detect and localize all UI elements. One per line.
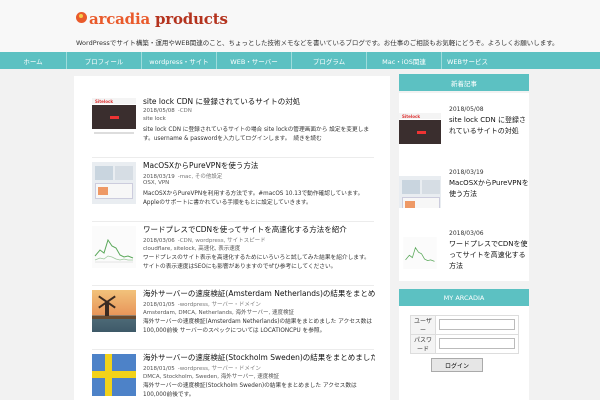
post-meta: 2018/03/06 -CDN, wordpress, サイトスピード [143, 236, 375, 244]
post-tags[interactable]: cloudflare, sitelock, 高速化, 表示速度 [143, 244, 375, 252]
site-tagline: WordPressでサイト構築・運用やWEB関連のこと、ちょっとした技術メモなど… [76, 39, 559, 47]
post-item: MacOSXからPureVPNを使う方法 2018/03/19 -mac, その他… [92, 158, 374, 222]
sidebar-post-title[interactable]: MacOSXからPureVPNを使う方法 [449, 178, 529, 200]
post-tags[interactable]: DMCA, Stockholm, Sweden, 海外サーバー, 速度検証 [143, 372, 375, 380]
sidebar-post-date: 2018/03/19 [449, 169, 484, 176]
post-item: 海外サーバーの速度検証(Stockholm Sweden)の結果をまとめました … [92, 350, 375, 400]
thumb-logo-text: Sitelock [402, 114, 421, 119]
post-item: 海外サーバーの速度検証(Amsterdam Netherlands)の結果をまと… [92, 286, 375, 350]
post-excerpt: ワードプレスのサイト表示を高速化するためにいろいろと試してみた結果を紹介します。… [143, 255, 370, 270]
post-category[interactable]: -CDN [178, 108, 192, 114]
sidebar-post-date: 2018/05/08 [449, 106, 484, 113]
sidebar-post-title[interactable]: ワードプレスでCDNを使ってサイトを高速化する方法 [449, 239, 529, 272]
post-excerpt: MacOSXからPureVPNを利用する方法です。#macOS 10.13で動作… [143, 191, 367, 206]
post-excerpt: 海外サーバーの速度検証(Amsterdam Netherlands)の結果をまと… [143, 319, 372, 334]
graph-icon [92, 226, 136, 268]
nav-item-home[interactable]: ホーム [0, 52, 67, 69]
graph-icon [403, 237, 437, 269]
post-title[interactable]: site lock CDN に登録されているサイトの対処 [143, 96, 375, 107]
main-nav: ホーム プロフィール wordpress・サイト WEB・サーバー プログラム … [0, 52, 600, 69]
post-meta: 2018/03/19 -mac, その他設定 [143, 172, 375, 180]
sidebar-new-posts: Sitelock 2018/05/08 site lock CDN に登録されて… [399, 93, 529, 281]
sidebar-post-title[interactable]: site lock CDN に登録されているサイトの対処 [449, 115, 529, 137]
post-item: ワードプレスでCDNを使ってサイトを高速化する方法を紹介 2018/03/06-… [92, 222, 374, 286]
nav-item-web-server[interactable]: WEB・サーバー [217, 52, 292, 69]
post-thumbnail[interactable] [92, 354, 136, 396]
nav-item-profile[interactable]: プロフィール [67, 52, 142, 69]
post-excerpt: 海外サーバーの速度検証(Stockholm Sweden)の結果をまとめました … [143, 383, 357, 398]
post-tags[interactable]: Amsterdam, DMCA, Netherlands, 海外サーバー, 速度… [143, 308, 375, 316]
post-meta: 2018/01/05 -wordpress, サーバー・ドメイン [143, 364, 375, 372]
sidebar-post-item[interactable]: Sitelock 2018/05/08 site lock CDN に登録されて… [399, 93, 529, 151]
login-form: ユーザー パスワード [410, 315, 519, 354]
nav-item-mac-ios[interactable]: Mac・iOS関連 [367, 52, 442, 69]
username-label: ユーザー [410, 315, 436, 335]
nav-item-web-service[interactable]: WEBサービス [442, 52, 517, 69]
post-thumbnail[interactable] [92, 226, 136, 268]
post-title[interactable]: MacOSXからPureVPNを使う方法 [143, 160, 375, 171]
post-thumbnail[interactable]: Sitelock [92, 98, 136, 140]
post-date: 2018/05/08 [143, 108, 175, 114]
logo-text: arcadia products [89, 10, 228, 28]
thumb-logo-text: Sitelock [95, 99, 114, 104]
password-input[interactable] [439, 338, 515, 349]
logo-sun-icon [76, 10, 88, 28]
post-thumbnail[interactable] [92, 290, 136, 332]
post-meta: 2018/05/08 -CDN [143, 108, 375, 114]
login-widget: ユーザー パスワード ログイン [399, 306, 529, 400]
login-button[interactable]: ログイン [431, 358, 483, 372]
password-label: パスワード [410, 334, 436, 354]
nav-item-wordpress[interactable]: wordpress・サイト [142, 52, 217, 69]
post-thumbnail[interactable] [92, 162, 136, 204]
site-logo[interactable]: arcadia products [76, 8, 228, 30]
post-title[interactable]: 海外サーバーの速度検証(Amsterdam Netherlands)の結果をまと… [143, 288, 375, 299]
post-excerpt: site lock CDN に登録されているサイトの場合 site lockの管… [143, 127, 370, 142]
sidebar-thumbnail[interactable] [399, 176, 441, 208]
sidebar-thumbnail[interactable] [399, 237, 441, 269]
sidebar-post-item[interactable]: 2018/03/06 ワードプレスでCDNを使ってサイトを高速化する方法 [399, 217, 529, 275]
post-item: Sitelock site lock CDN に登録されているサイトの対処 20… [92, 94, 374, 158]
sidebar-post-item[interactable]: 2018/03/19 MacOSXからPureVPNを使う方法 [399, 156, 529, 214]
post-tags[interactable]: site lock [143, 116, 375, 122]
site-header: arcadia products WordPressでサイト構築・運用やWEB関… [0, 0, 600, 52]
username-input[interactable] [439, 319, 515, 330]
sidebar-thumbnail[interactable]: Sitelock [399, 113, 441, 145]
sidebar-post-date: 2018/03/06 [449, 230, 484, 237]
sidebar-arcadia-heading: MY ARCADIA [399, 289, 529, 306]
post-tags[interactable]: OSX, VPN [143, 180, 375, 186]
post-meta: 2018/01/05 -wordpress, サーバー・ドメイン [143, 300, 375, 308]
post-title[interactable]: 海外サーバーの速度検証(Stockholm Sweden)の結果をまとめました [143, 352, 375, 363]
nav-item-program[interactable]: プログラム [292, 52, 367, 69]
post-title[interactable]: ワードプレスでCDNを使ってサイトを高速化する方法を紹介 [143, 224, 375, 235]
post-list: Sitelock site lock CDN に登録されているサイトの対処 20… [74, 76, 390, 400]
sidebar-new-heading: 新着記事 [399, 74, 529, 91]
sweden-flag-icon [92, 371, 136, 378]
